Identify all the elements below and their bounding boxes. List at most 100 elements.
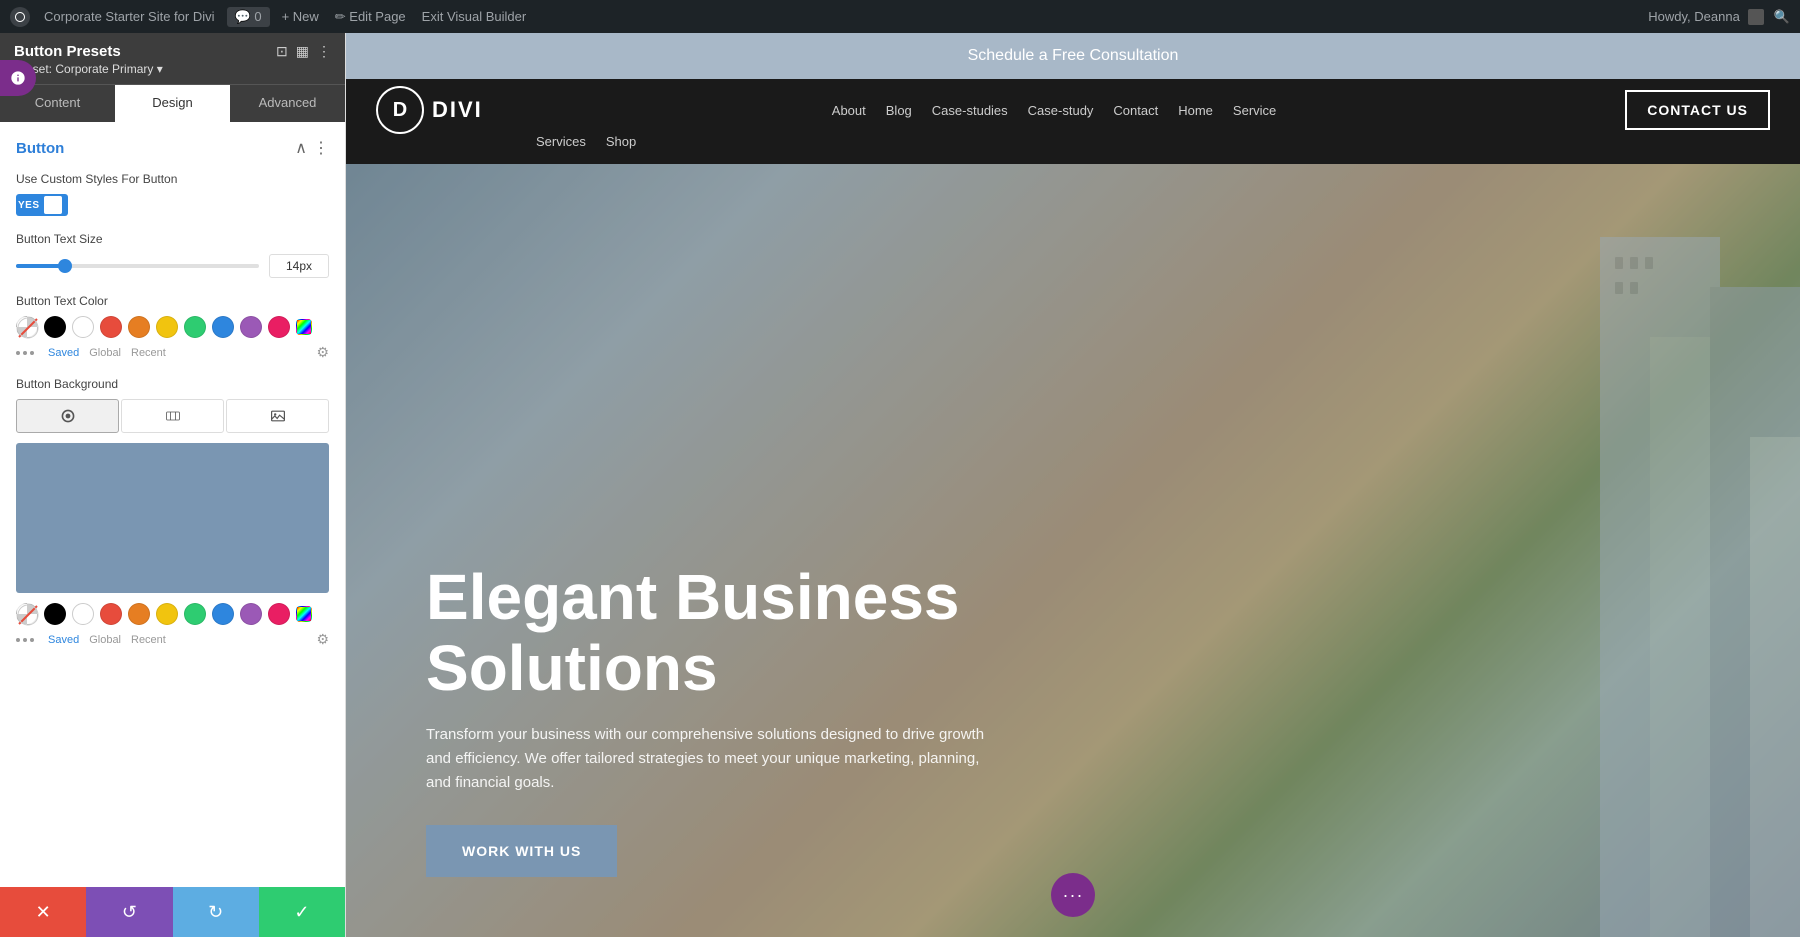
toggle-yes-label: YES <box>18 200 40 211</box>
text-color-swatches <box>16 316 329 338</box>
bg-swatch-black[interactable] <box>44 603 66 625</box>
nav-link-about[interactable]: About <box>832 103 866 118</box>
settings-icon[interactable]: ⊡ <box>276 43 288 60</box>
wp-logo-icon[interactable] <box>10 7 30 27</box>
bg-tab-color[interactable] <box>16 399 119 433</box>
text-size-value[interactable]: 14px <box>269 254 329 278</box>
edit-page-link[interactable]: ✏ Edit Page <box>329 9 412 25</box>
nav-link-case-study[interactable]: Case-study <box>1028 103 1094 118</box>
panel-header-icons: ⊡ ▦ ⋮ <box>276 43 331 60</box>
collapse-icon[interactable]: ∧ <box>295 138 307 158</box>
nav-link-services[interactable]: Services <box>536 134 586 149</box>
swatch-dots <box>16 351 34 355</box>
nav-link-home[interactable]: Home <box>1178 103 1213 118</box>
custom-styles-field: Use Custom Styles For Button YES <box>16 172 329 216</box>
nav-link-shop[interactable]: Shop <box>606 134 636 149</box>
redo-button[interactable]: ↻ <box>173 887 259 937</box>
swatch-transparent[interactable] <box>16 316 38 338</box>
tab-design[interactable]: Design <box>115 85 230 122</box>
wp-admin-bar: Corporate Starter Site for Divi 💬 0 + Ne… <box>0 0 1800 33</box>
bg-swatch-red[interactable] <box>100 603 122 625</box>
new-item-button[interactable]: + New <box>276 9 325 24</box>
layout-icon[interactable]: ▦ <box>296 43 309 60</box>
bg-swatch-white[interactable] <box>72 603 94 625</box>
bg-swatch-purple[interactable] <box>240 603 262 625</box>
bg-swatch-transparent[interactable] <box>16 603 38 625</box>
cancel-button[interactable]: ✕ <box>0 887 86 937</box>
nav-link-case-studies[interactable]: Case-studies <box>932 103 1008 118</box>
text-color-field: Button Text Color <box>16 294 329 361</box>
admin-search-icon[interactable]: 🔍 <box>1774 9 1790 25</box>
slider-thumb[interactable] <box>58 259 72 273</box>
logo-circle: D <box>376 86 424 134</box>
bg-tab-image[interactable] <box>226 399 329 433</box>
custom-styles-label: Use Custom Styles For Button <box>16 172 329 186</box>
schedule-bar[interactable]: Schedule a Free Consultation <box>346 33 1800 79</box>
schedule-bar-text: Schedule a Free Consultation <box>968 47 1179 64</box>
work-with-us-button[interactable]: WORK WITH US <box>426 825 617 877</box>
nav-link-blog[interactable]: Blog <box>886 103 912 118</box>
floating-dots-button[interactable]: ··· <box>1051 873 1095 917</box>
nav-links: About Blog Case-studies Case-study Conta… <box>832 103 1277 118</box>
text-color-label: Button Text Color <box>16 294 329 308</box>
bg-tab-gradient[interactable] <box>121 399 224 433</box>
contact-us-button[interactable]: CONTACT US <box>1625 90 1770 130</box>
bg-swatch-blue[interactable] <box>212 603 234 625</box>
bg-swatch-tab-global[interactable]: Global <box>89 634 121 646</box>
nav-logo[interactable]: D DIVI <box>376 86 483 134</box>
section-collapse-controls[interactable]: ∧ ⋮ <box>295 138 329 158</box>
swatch-blue[interactable] <box>212 316 234 338</box>
text-size-field: Button Text Size 14px <box>16 232 329 278</box>
bg-swatch-yellow[interactable] <box>156 603 178 625</box>
swatch-black[interactable] <box>44 316 66 338</box>
section-options-icon[interactable]: ⋮ <box>313 138 329 158</box>
logo-letter: D <box>393 99 407 122</box>
swatch-yellow[interactable] <box>156 316 178 338</box>
site-nav-bottom: Services Shop <box>376 134 1770 157</box>
site-name[interactable]: Corporate Starter Site for Divi <box>38 9 221 24</box>
preset-value: Corporate Primary ▾ <box>55 62 162 76</box>
swatch-tab-global[interactable]: Global <box>89 347 121 359</box>
bg-swatch-orange[interactable] <box>128 603 150 625</box>
button-section-header: Button ∧ ⋮ <box>16 138 329 158</box>
panel-tabs: Content Design Advanced <box>0 84 345 122</box>
swatch-settings-icon[interactable]: ⚙ <box>316 344 329 361</box>
swatch-custom[interactable] <box>296 319 312 335</box>
swatch-white[interactable] <box>72 316 94 338</box>
toggle-thumb <box>44 196 62 214</box>
custom-styles-toggle[interactable]: YES <box>16 194 68 216</box>
panel-preset[interactable]: Preset: Corporate Primary ▾ <box>14 62 331 76</box>
user-avatar[interactable] <box>1748 9 1764 25</box>
save-button[interactable]: ✓ <box>259 887 345 937</box>
swatch-green[interactable] <box>184 316 206 338</box>
bg-swatch-green[interactable] <box>184 603 206 625</box>
bg-color-preview[interactable] <box>16 443 329 593</box>
divi-float-button[interactable] <box>0 60 36 96</box>
bg-swatch-pink[interactable] <box>268 603 290 625</box>
site-nav-top: D DIVI About Blog Case-studies Case-stud… <box>376 86 1770 134</box>
bg-swatch-tab-recent[interactable]: Recent <box>131 634 166 646</box>
comment-bubble[interactable]: 💬 0 <box>227 7 270 27</box>
swatch-tab-saved[interactable]: Saved <box>48 347 79 359</box>
bg-swatch-settings-icon[interactable]: ⚙ <box>316 631 329 648</box>
more-icon[interactable]: ⋮ <box>317 43 331 60</box>
swatch-red[interactable] <box>100 316 122 338</box>
nav-link-contact[interactable]: Contact <box>1113 103 1158 118</box>
hero-content: Elegant Business Solutions Transform you… <box>426 562 1126 877</box>
bg-swatch-custom[interactable] <box>296 606 312 622</box>
swatch-tab-recent[interactable]: Recent <box>131 347 166 359</box>
panel-content: Button ∧ ⋮ Use Custom Styles For Button … <box>0 122 345 887</box>
bg-swatch-tab-row: Saved Global Recent ⚙ <box>16 631 329 648</box>
swatch-orange[interactable] <box>128 316 150 338</box>
bg-field: Button Background <box>16 377 329 648</box>
swatch-purple[interactable] <box>240 316 262 338</box>
exit-visual-builder-link[interactable]: Exit Visual Builder <box>416 9 533 24</box>
swatch-pink[interactable] <box>268 316 290 338</box>
undo-button[interactable]: ↺ <box>86 887 172 937</box>
bg-swatch-tab-saved[interactable]: Saved <box>48 634 79 646</box>
website-preview: Schedule a Free Consultation D DIVI Abou… <box>346 33 1800 937</box>
tab-advanced[interactable]: Advanced <box>230 85 345 122</box>
text-size-label: Button Text Size <box>16 232 329 246</box>
text-size-slider-track[interactable] <box>16 264 259 268</box>
nav-link-service[interactable]: Service <box>1233 103 1276 118</box>
